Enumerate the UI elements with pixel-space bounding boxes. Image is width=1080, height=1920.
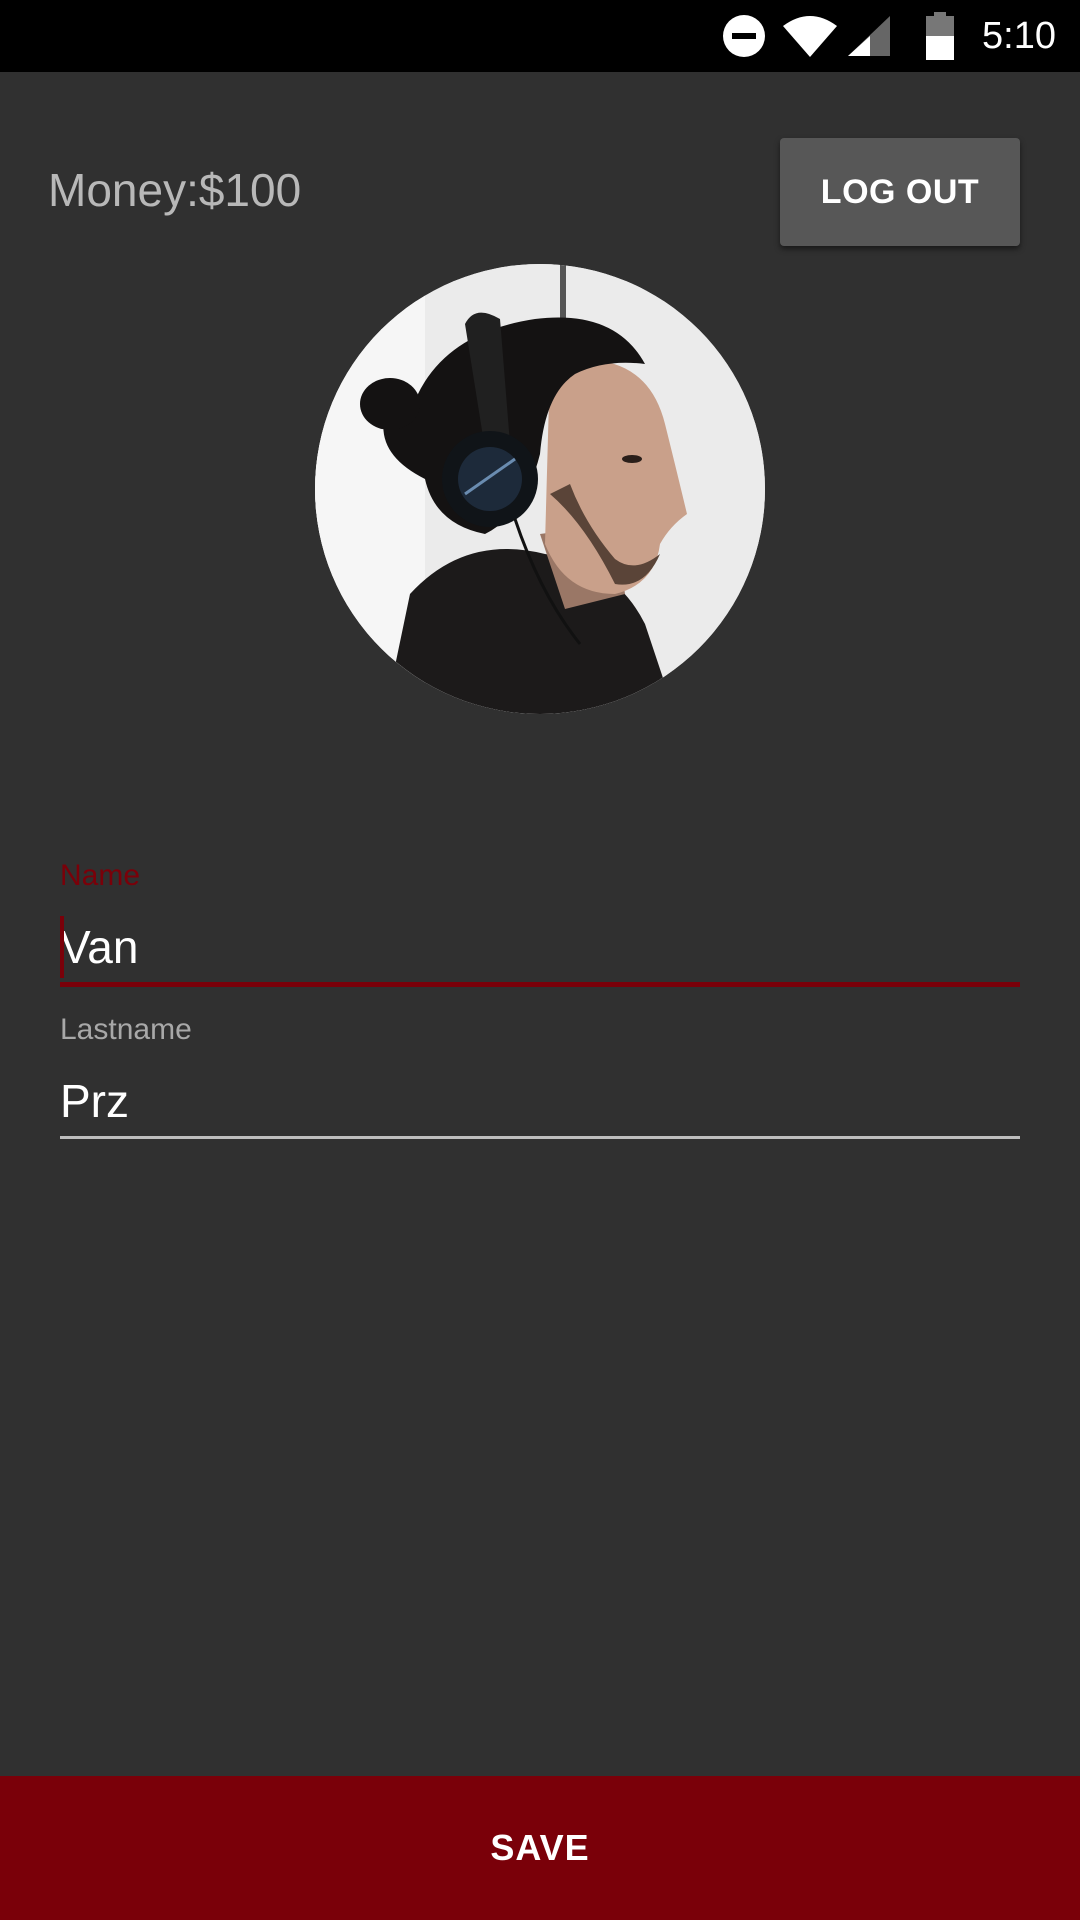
name-input[interactable] (60, 912, 1020, 982)
name-label: Name (60, 859, 141, 892)
wifi-icon (783, 16, 837, 57)
money-balance: Money:$100 (48, 164, 302, 216)
lastname-input[interactable] (60, 1066, 1020, 1136)
text-cursor (60, 916, 64, 978)
profile-photo (315, 264, 765, 714)
status-clock: 5:10 (982, 15, 1056, 57)
save-button[interactable]: SAVE (0, 1776, 1080, 1920)
avatar[interactable] (315, 264, 765, 714)
name-underline (60, 982, 1020, 987)
cell-signal-icon (848, 16, 890, 56)
battery-icon (926, 12, 954, 60)
logout-button[interactable]: LOG OUT (780, 138, 1020, 246)
profile-screen: 5:10 Money:$100 LOG OUT Name Van Lastnam… (0, 0, 1080, 1920)
lastname-label: Lastname (60, 1013, 192, 1046)
status-bar: 5:10 (0, 0, 1080, 72)
do-not-disturb-icon (723, 15, 765, 57)
lastname-underline (60, 1136, 1020, 1139)
